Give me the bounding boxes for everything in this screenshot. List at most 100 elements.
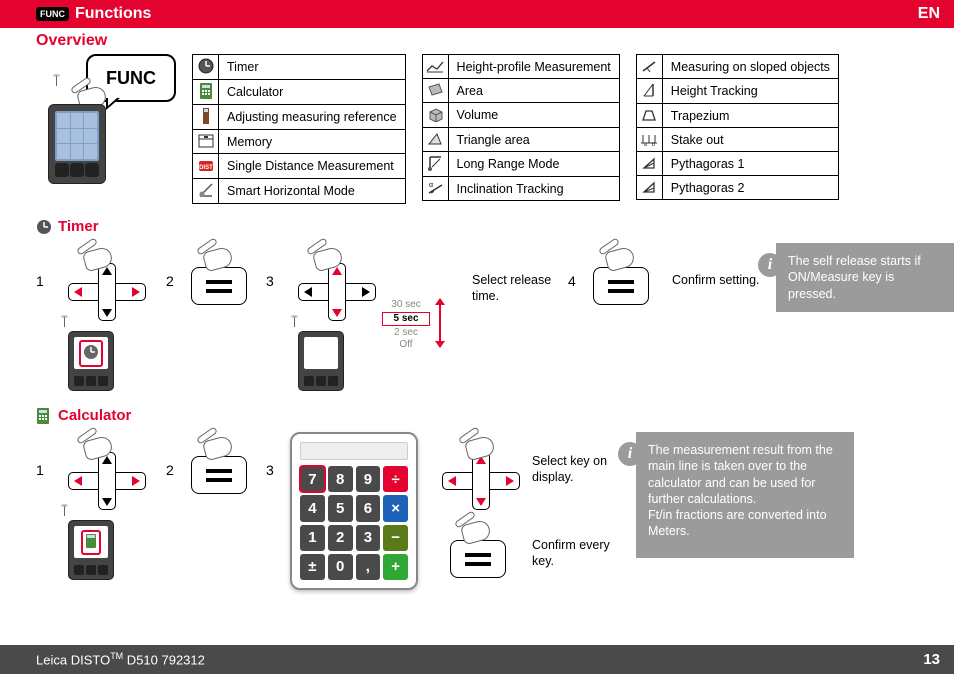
timer-step-1: 1 [36,243,166,391]
device-icon [280,325,370,391]
calculator-screen: 7 8 9 ÷ 4 5 6 × 1 2 3 − ± [280,432,428,590]
device-calc-icon [50,514,140,580]
header-bar: FUNC Functions EN [0,0,954,28]
calc-key: 8 [328,466,353,492]
memory-icon [197,132,215,150]
timer-options-list: 30 sec 5 sec 2 sec Off [376,299,436,351]
volume-icon [426,105,444,123]
func-label: Inclination Tracking [448,177,619,201]
calc-step-3: 3 7 8 9 ÷ 4 5 6 × 1 [266,432,628,590]
calc-key: 3 [356,525,381,551]
overview-heading: Overview [0,28,954,54]
device-icon [42,84,114,184]
svg-text:α: α [429,182,433,189]
svg-text:b: b [652,142,655,146]
updown-arrow-icon [436,299,446,347]
language-indicator: EN [918,5,940,23]
func-device-illustration: FUNC [36,54,176,184]
func-label: Measuring on sloped objects [662,55,838,79]
step-number: 2 [166,243,176,289]
func-label: Long Range Mode [448,152,619,177]
inclination-icon: α [426,179,444,197]
triangle-area-icon [426,130,444,148]
calc-key: 0 [328,554,353,580]
calc-key: 4 [300,495,325,521]
functions-table-1: Timer Calculator Adjusting measuring ref… [192,54,406,204]
calc-key: 6 [356,495,381,521]
func-label: Volume [448,103,619,128]
func-label: Area [448,79,619,103]
func-label: Calculator [219,80,406,105]
overview-row: FUNC Timer Calculator Adjusting measurin… [0,54,954,212]
calc-step-1: 1 [36,432,166,580]
device-timer-icon [50,325,140,391]
step-text: Confirm setting. [672,243,768,289]
sloped-icon [640,57,658,75]
calc-key: , [356,554,381,580]
height-track-icon [640,81,658,99]
calc-key: 5 [328,495,353,521]
hand-icon [206,432,246,462]
hand-icon [306,243,346,273]
stakeout-icon: ab [640,130,658,148]
step-text: Select key on display. [532,432,628,485]
smart-horiz-icon [197,181,215,199]
func-label: Height-profile Measurement [448,55,619,79]
step-number: 1 [36,243,46,289]
timer-steps: 1 2 3 [0,239,954,401]
func-label: Triangle area [448,128,619,152]
func-label: Single Distance Measurement [219,154,406,179]
calculator-icon [197,82,215,100]
step-text: Select release time. [472,243,568,304]
calculator-info-box: i The measurement result from the main l… [636,432,854,558]
timer-step-3: 3 30 sec 5 sec 2 sec Off [266,243,568,391]
func-badge-icon: FUNC [36,7,69,21]
func-label: Pythagoras 2 [662,176,838,200]
hand-icon [458,432,498,462]
calculator-steps: 1 2 3 [0,428,954,600]
product-name: Leica DISTOTM D510 792312 [36,651,205,667]
calc-key: 7 [300,466,325,492]
dist-icon: DIST [197,156,215,174]
func-label: Pythagoras 1 [662,152,838,176]
svg-text:a: a [644,142,647,146]
timer-heading: Timer [0,212,954,239]
hand-icon [608,243,648,273]
func-label: Adjusting measuring reference [219,105,406,130]
step-number: 3 [266,432,276,478]
page-title: FUNC Functions [36,5,151,23]
calculator-heading: Calculator [0,401,954,428]
trapezium-icon [640,106,658,124]
clock-icon [197,57,215,75]
calc-key: ÷ [383,466,408,492]
calc-key: + [383,554,408,580]
step-text: Confirm every key. [532,516,628,569]
clock-icon [36,219,52,235]
calculator-icon [36,408,52,424]
functions-table-2: Height-profile Measurement Area Volume T… [422,54,620,201]
area-icon [426,81,444,99]
hand-icon [76,243,116,273]
svg-text:DIST: DIST [199,165,213,171]
hand-icon [458,516,498,546]
func-label: Timer [219,55,406,80]
pyth2-icon [640,178,658,196]
info-icon: i [758,253,782,277]
page-number: 13 [923,651,940,668]
calc-key: 1 [300,525,325,551]
hand-icon [206,243,246,273]
step-number: 3 [266,243,276,289]
func-label: Stake out [662,128,838,152]
calc-key: 9 [356,466,381,492]
func-label: Memory [219,130,406,154]
timer-step-4: 4 Confirm setting. [568,243,768,391]
header-title-text: Functions [75,5,151,23]
calc-key: ± [300,554,325,580]
footer-bar: Leica DISTOTM D510 792312 13 [0,645,954,674]
step-number: 2 [166,432,176,478]
hand-icon [76,432,116,462]
func-label: Height Tracking [662,79,838,104]
timer-step-2: 2 [166,243,266,391]
func-label: Smart Horizontal Mode [219,179,406,204]
func-label: Trapezium [662,104,838,128]
